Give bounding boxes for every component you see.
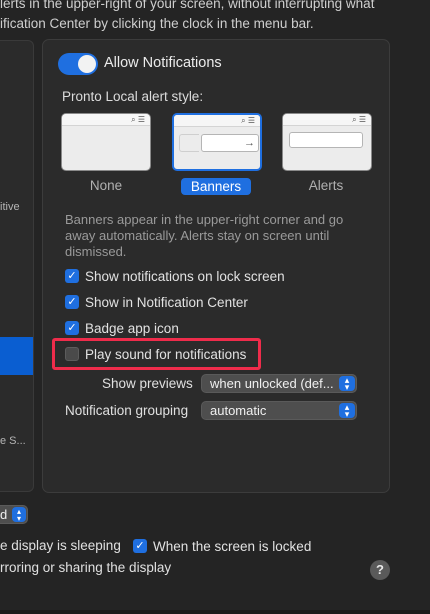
partial-popup[interactable]: d ▴ ▾ [0, 505, 28, 524]
annotation-highlight-box [52, 338, 261, 370]
alert-style-banners-thumbnail[interactable]: ⌕ ☰ → [172, 113, 262, 171]
app-list-selected-item[interactable] [0, 337, 33, 375]
badge-checkbox-row[interactable]: ✓ Badge app icon [65, 319, 179, 337]
allow-notifications-toggle[interactable] [58, 53, 98, 75]
app-list-item-fragment[interactable]: itive [0, 201, 20, 213]
menubar-icons: ⌕ ☰ [241, 116, 255, 125]
alert-style-none-label[interactable]: None [61, 178, 151, 193]
notification-center-checkbox-row[interactable]: ✓ Show in Notification Center [65, 293, 248, 311]
alert-style-banners-label[interactable]: Banners [181, 178, 251, 195]
lock-screen-checkbox-row[interactable]: ✓ Show notifications on lock screen [65, 267, 285, 285]
alert-preview [289, 132, 363, 148]
checkmark-icon[interactable]: ✓ [133, 539, 147, 553]
screen-locked-checkbox-row[interactable]: ✓ When the screen is locked [133, 537, 311, 555]
alert-style-label: Pronto Local alert style: [62, 89, 204, 104]
alert-style-description: Banners appear in the upper-right corner… [65, 212, 344, 259]
notification-grouping-label: Notification grouping [65, 403, 189, 418]
app-list-item-fragment-2[interactable]: e S... [0, 435, 26, 447]
show-previews-label: Show previews [102, 376, 193, 391]
badge-checkbox-label[interactable]: Badge app icon [85, 321, 179, 336]
notification-center-checkbox-label[interactable]: Show in Notification Center [85, 295, 248, 310]
checkmark-icon[interactable]: ✓ [65, 269, 79, 283]
chevron-updown-icon: ▴ ▾ [339, 403, 355, 419]
toggle-knob [78, 55, 96, 73]
menubar-icons: ⌕ ☰ [131, 115, 145, 124]
mirroring-label[interactable]: rroring or sharing the display [0, 560, 171, 575]
allow-notifications-label: Allow Notifications [104, 55, 222, 71]
banner-preview: → [201, 134, 259, 152]
question-mark-icon[interactable]: ? [370, 560, 390, 580]
arrow-right-icon: → [244, 137, 255, 149]
alert-style-alerts-thumbnail[interactable]: ⌕ ☰ [282, 113, 372, 171]
alert-style-alerts-label[interactable]: Alerts [281, 178, 371, 193]
menubar-icons: ⌕ ☰ [352, 115, 366, 124]
bottom-edge [0, 610, 430, 614]
screen-locked-checkbox-label[interactable]: When the screen is locked [153, 539, 311, 554]
header-description: lerts in the upper-right of your screen,… [0, 0, 420, 34]
app-list[interactable]: itive e S... [0, 40, 34, 492]
chevron-updown-icon: ▴ ▾ [12, 507, 26, 523]
banner-ghost [179, 134, 199, 152]
header-line-1: lerts in the upper-right of your screen,… [0, 0, 375, 11]
header-line-2: ification Center by clicking the clock i… [0, 16, 314, 31]
display-sleeping-label[interactable]: e display is sleeping [0, 538, 121, 553]
partial-popup-value: d [0, 507, 8, 522]
chevron-updown-icon: ▴ ▾ [339, 376, 355, 392]
notification-grouping-value: automatic [210, 403, 267, 418]
alert-style-none-thumbnail[interactable]: ⌕ ☰ [61, 113, 151, 171]
notification-grouping-popup[interactable]: automatic ▴ ▾ [201, 401, 357, 420]
show-previews-value: when unlocked (def... [210, 376, 334, 391]
checkmark-icon[interactable]: ✓ [65, 321, 79, 335]
checkmark-icon[interactable]: ✓ [65, 295, 79, 309]
lock-screen-checkbox-label[interactable]: Show notifications on lock screen [85, 269, 285, 284]
show-previews-popup[interactable]: when unlocked (def... ▴ ▾ [201, 374, 357, 393]
notification-settings-panel [42, 39, 390, 493]
